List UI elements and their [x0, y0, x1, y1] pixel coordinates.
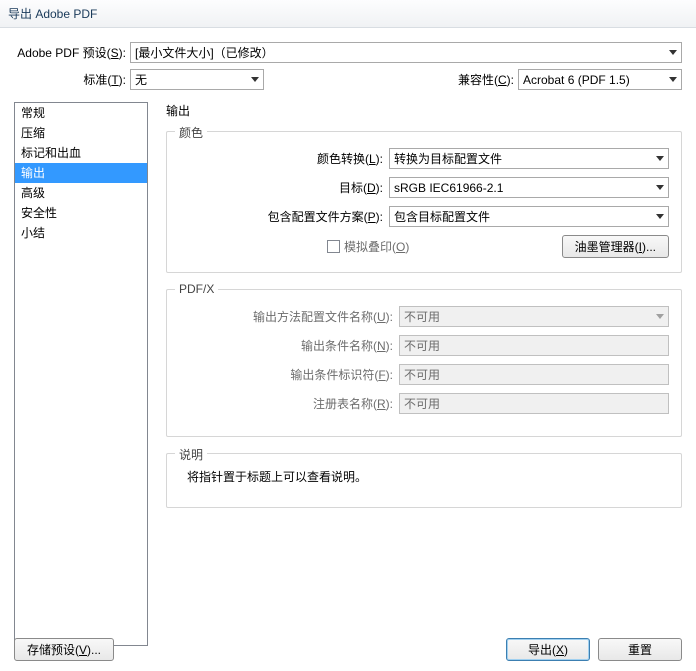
- ink-manager-button[interactable]: 油墨管理器(I)...: [562, 235, 669, 258]
- preset-label: Adobe PDF 预设(S):: [14, 44, 130, 61]
- chevron-down-icon: [669, 77, 677, 82]
- pdfx-group-title: PDF/X: [175, 282, 218, 296]
- profile-policy-dropdown[interactable]: 包含目标配置文件: [389, 206, 669, 227]
- description-text: 将指针置于标题上可以查看说明。: [187, 468, 669, 485]
- pdfx-group: PDF/X 输出方法配置文件名称(U): 不可用 输出条件名称(N): 不可用 …: [166, 289, 682, 437]
- chevron-down-icon: [656, 314, 664, 319]
- chevron-down-icon: [656, 214, 664, 219]
- color-group: 颜色 颜色转换(L): 转换为目标配置文件 目标(D): sRGB IEC619…: [166, 131, 682, 273]
- color-conversion-label: 颜色转换(L):: [179, 150, 389, 167]
- condition-name-label: 输出条件名称(N):: [179, 337, 399, 354]
- color-conversion-dropdown[interactable]: 转换为目标配置文件: [389, 148, 669, 169]
- condition-name-row: 输出条件名称(N): 不可用: [179, 335, 669, 356]
- sidebar-item[interactable]: 高级: [15, 183, 147, 203]
- dialog-content: Adobe PDF 预设(S): [最小文件大小]（已修改） 标准(T): 无 …: [0, 28, 696, 646]
- color-group-title: 颜色: [175, 124, 207, 141]
- output-profile-row: 输出方法配置文件名称(U): 不可用: [179, 306, 669, 327]
- destination-dropdown[interactable]: sRGB IEC61966-2.1: [389, 177, 669, 198]
- output-panel: 输出 颜色 颜色转换(L): 转换为目标配置文件 目标(D): sRGB IEC…: [148, 102, 682, 646]
- profile-policy-row: 包含配置文件方案(P): 包含目标配置文件: [179, 206, 669, 227]
- standard-dropdown[interactable]: 无: [130, 69, 264, 90]
- compatibility-dropdown[interactable]: Acrobat 6 (PDF 1.5): [518, 69, 682, 90]
- sidebar-item[interactable]: 输出: [15, 163, 147, 183]
- output-profile-label: 输出方法配置文件名称(U):: [179, 308, 399, 325]
- sidebar-item[interactable]: 压缩: [15, 123, 147, 143]
- output-profile-dropdown: 不可用: [399, 306, 669, 327]
- destination-row: 目标(D): sRGB IEC61966-2.1: [179, 177, 669, 198]
- sidebar-item[interactable]: 常规: [15, 103, 147, 123]
- description-group: 说明 将指针置于标题上可以查看说明。: [166, 453, 682, 508]
- chevron-down-icon: [669, 50, 677, 55]
- chevron-down-icon: [251, 77, 259, 82]
- reset-button[interactable]: 重置: [598, 638, 682, 661]
- window-title: 导出 Adobe PDF: [8, 5, 97, 22]
- sidebar: 常规压缩标记和出血输出高级安全性小结: [14, 102, 148, 646]
- registry-label: 注册表名称(R):: [179, 395, 399, 412]
- sidebar-item[interactable]: 标记和出血: [15, 143, 147, 163]
- color-conversion-row: 颜色转换(L): 转换为目标配置文件: [179, 148, 669, 169]
- bottom-bar: 存储预设(V)... 导出(X) 重置: [14, 638, 682, 661]
- save-preset-button[interactable]: 存储预设(V)...: [14, 638, 114, 661]
- chevron-down-icon: [656, 185, 664, 190]
- compatibility-label: 兼容性(C):: [458, 71, 518, 88]
- condition-id-field: 不可用: [399, 364, 669, 385]
- condition-id-row: 输出条件标识符(F): 不可用: [179, 364, 669, 385]
- sidebar-item[interactable]: 小结: [15, 223, 147, 243]
- main-area: 常规压缩标记和出血输出高级安全性小结 输出 颜色 颜色转换(L): 转换为目标配…: [14, 102, 682, 646]
- sidebar-item[interactable]: 安全性: [15, 203, 147, 223]
- registry-row: 注册表名称(R): 不可用: [179, 393, 669, 414]
- preset-dropdown[interactable]: [最小文件大小]（已修改）: [130, 42, 682, 63]
- simulate-overprint-label: 模拟叠印(O): [344, 238, 409, 255]
- standard-row: 标准(T): 无 兼容性(C): Acrobat 6 (PDF 1.5): [14, 69, 682, 90]
- description-group-title: 说明: [175, 446, 207, 463]
- export-button[interactable]: 导出(X): [506, 638, 590, 661]
- title-bar: 导出 Adobe PDF: [0, 0, 696, 28]
- preset-row: Adobe PDF 预设(S): [最小文件大小]（已修改）: [14, 42, 682, 63]
- registry-field: 不可用: [399, 393, 669, 414]
- chevron-down-icon: [656, 156, 664, 161]
- standard-label: 标准(T):: [14, 71, 130, 88]
- condition-name-field: 不可用: [399, 335, 669, 356]
- profile-policy-label: 包含配置文件方案(P):: [179, 208, 389, 225]
- panel-heading: 输出: [166, 102, 682, 119]
- condition-id-label: 输出条件标识符(F):: [179, 366, 399, 383]
- simulate-overprint-checkbox[interactable]: [327, 240, 340, 253]
- destination-label: 目标(D):: [179, 179, 389, 196]
- simulate-overprint-row: 模拟叠印(O) 油墨管理器(I)...: [179, 235, 669, 258]
